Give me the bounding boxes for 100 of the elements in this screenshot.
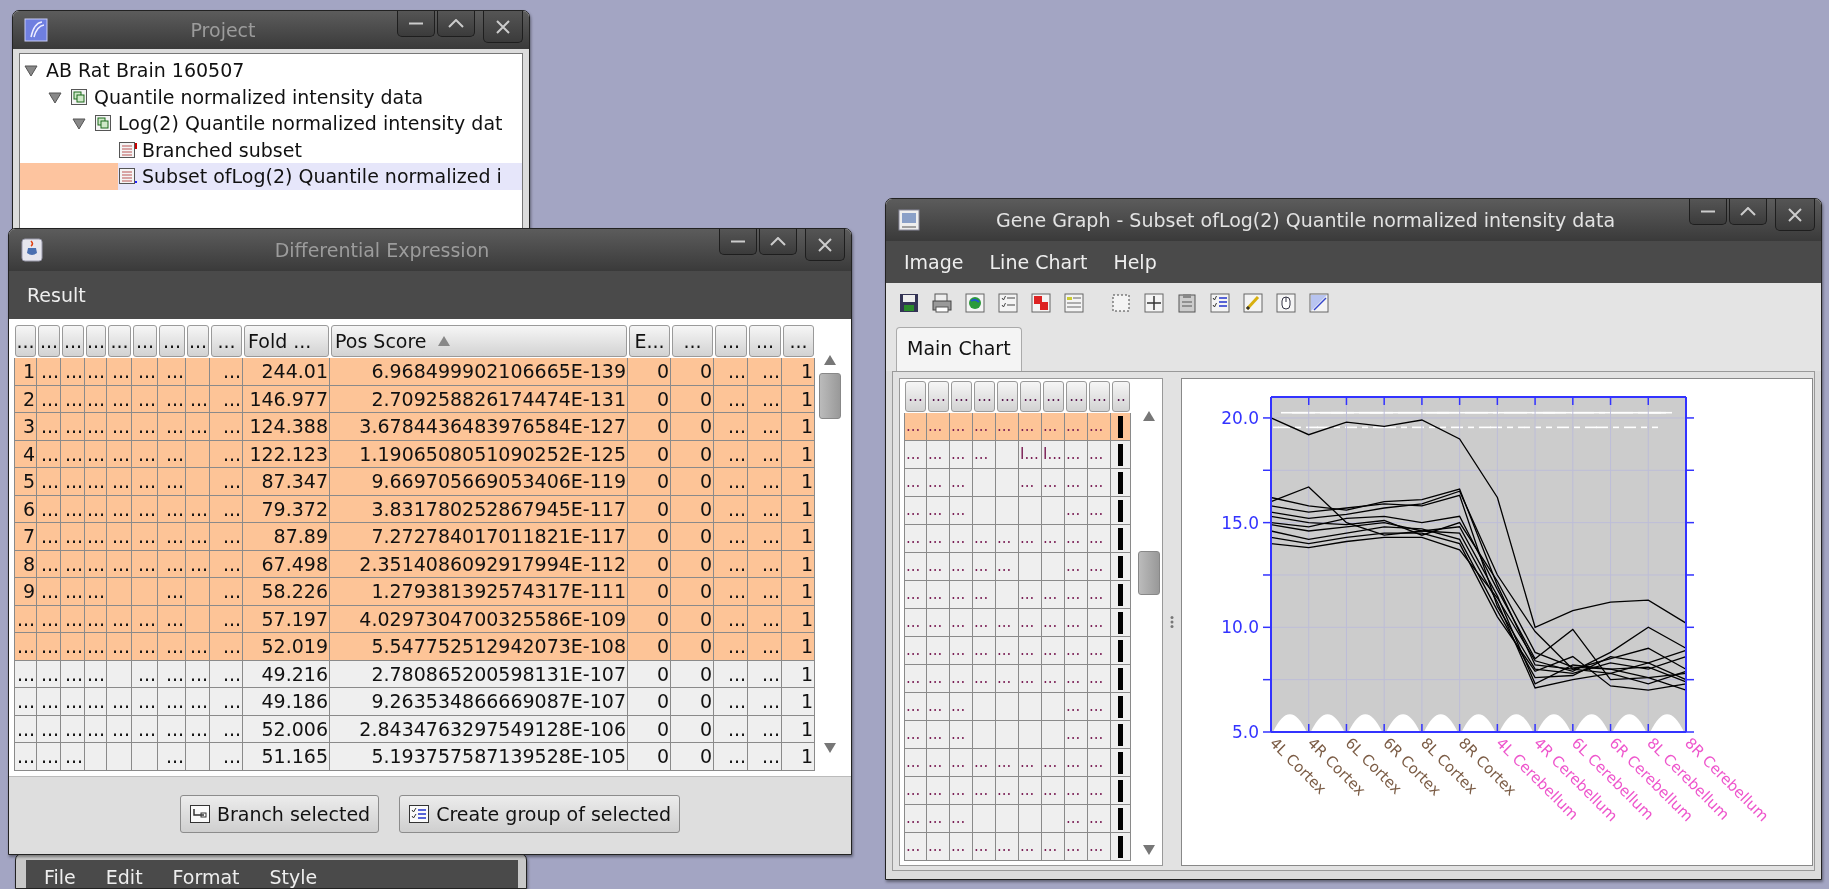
table-cell: ... <box>189 415 208 438</box>
table-cell: 0 <box>656 690 669 713</box>
table-cell: ... <box>1089 669 1104 688</box>
table-cell: ... <box>1089 613 1104 632</box>
table-cell: ... <box>974 529 989 548</box>
table-cell: ... <box>727 415 746 438</box>
table-cell: ... <box>928 445 943 464</box>
table-cell: ... <box>86 497 105 520</box>
table-cell: ... <box>727 607 746 630</box>
table-cell: 0 <box>656 580 669 603</box>
table-cell: ... <box>222 607 241 630</box>
table-cell: ... <box>761 497 780 520</box>
table-cell: ... <box>727 580 746 603</box>
table-cell: 1 <box>800 387 813 410</box>
table-cell: 7.272784017011821E-117 <box>371 525 626 548</box>
table-cell: ... <box>997 529 1012 548</box>
table-cell: 0 <box>699 607 712 630</box>
table-cell: ... <box>761 415 780 438</box>
table-cell: ... <box>1066 501 1081 520</box>
table-cell: ... <box>222 497 241 520</box>
table-cell: ... <box>951 641 966 660</box>
table-cell: ... <box>906 529 921 548</box>
table-cell: 0 <box>656 635 669 658</box>
table-cell: ... <box>189 635 208 658</box>
table-cell: ... <box>951 613 966 632</box>
table-cell: ... <box>906 473 921 492</box>
table-cell: ... <box>1043 781 1058 800</box>
table-cell: ... <box>111 442 130 465</box>
table-cell: 2.3514086092917994E-112 <box>359 552 626 575</box>
table-cell: ... <box>86 525 105 548</box>
table-cell: 0 <box>699 580 712 603</box>
table-cell: ... <box>64 552 83 575</box>
table-cell: 4 <box>22 442 35 465</box>
table-cell: 2.8434763297549128E-106 <box>359 717 626 740</box>
table-cell: ... <box>1066 613 1081 632</box>
table-cell: ... <box>761 442 780 465</box>
table-cell: ... <box>761 360 780 383</box>
table-cell: 1 <box>800 497 813 520</box>
table-cell: ... <box>1043 753 1058 772</box>
table-cell: ... <box>40 442 59 465</box>
table-cell: ... <box>222 717 241 740</box>
table-cell: ... <box>1043 669 1058 688</box>
table-cell: 87.89 <box>273 525 328 548</box>
table-cell: 1 <box>800 745 813 768</box>
table-cell: 1 <box>800 580 813 603</box>
table-cell: ... <box>222 662 241 685</box>
table-cell: ... <box>111 415 130 438</box>
table-cell: ... <box>137 552 156 575</box>
table-cell: ... <box>165 745 184 768</box>
table-cell: ... <box>64 387 83 410</box>
table-cell: 58.226 <box>261 580 328 603</box>
table-cell: 0 <box>656 745 669 768</box>
table-cell: ... <box>1066 585 1081 604</box>
table-cell: ... <box>1089 557 1104 576</box>
table-cell: ... <box>189 690 208 713</box>
table-cell: 0 <box>656 662 669 685</box>
table-cell: 9 <box>22 580 35 603</box>
table-cell: ... <box>40 717 59 740</box>
window-title: Gene Graph - Subset ofLog(2) Quantile normalized intensity data <box>994 207 1617 233</box>
table-cell: ... <box>1066 669 1081 688</box>
table-cell: ... <box>951 781 966 800</box>
table-cell: ... <box>111 525 130 548</box>
table-cell: ... <box>40 387 59 410</box>
table-cell: ... <box>997 417 1012 436</box>
table-cell: ... <box>906 781 921 800</box>
table-cell: 79.372 <box>261 497 328 520</box>
table-cell: ... <box>222 552 241 575</box>
table-cell: ... <box>928 613 943 632</box>
table-cell: ... <box>951 445 966 464</box>
table-cell: 0 <box>656 470 669 493</box>
table-cell: 67.498 <box>261 552 328 575</box>
table-cell: ... <box>1089 837 1104 856</box>
table-cell: ... <box>974 417 989 436</box>
table-cell: ... <box>1020 585 1035 604</box>
table-cell: ... <box>1066 697 1081 716</box>
table-cell: ... <box>111 635 130 658</box>
table-cell: ... <box>761 717 780 740</box>
table-cell: ... <box>974 585 989 604</box>
table-cell: ... <box>1066 473 1081 492</box>
table-cell: 0 <box>656 442 669 465</box>
table-cell: 1 <box>800 717 813 740</box>
table-cell: ... <box>111 470 130 493</box>
table-cell: 7 <box>22 525 35 548</box>
table-cell: 146.977 <box>249 387 328 410</box>
table-cell: ... <box>40 497 59 520</box>
table-cell: ... <box>997 613 1012 632</box>
table-cell: 124.388 <box>249 415 328 438</box>
table-cell: ... <box>137 525 156 548</box>
table-cell: 0 <box>656 497 669 520</box>
table-cell: 1 <box>800 525 813 548</box>
table-cell: ... <box>189 662 208 685</box>
table-cell: 0 <box>656 415 669 438</box>
table-cell: ... <box>1020 753 1035 772</box>
table-cell: ... <box>16 662 35 685</box>
table-cell: ... <box>222 442 241 465</box>
table-cell: ... <box>1043 473 1058 492</box>
table-cell: ... <box>1020 641 1035 660</box>
table-cell: ... <box>16 635 35 658</box>
table-cell: 5 <box>22 470 35 493</box>
table-cell: ... <box>222 525 241 548</box>
